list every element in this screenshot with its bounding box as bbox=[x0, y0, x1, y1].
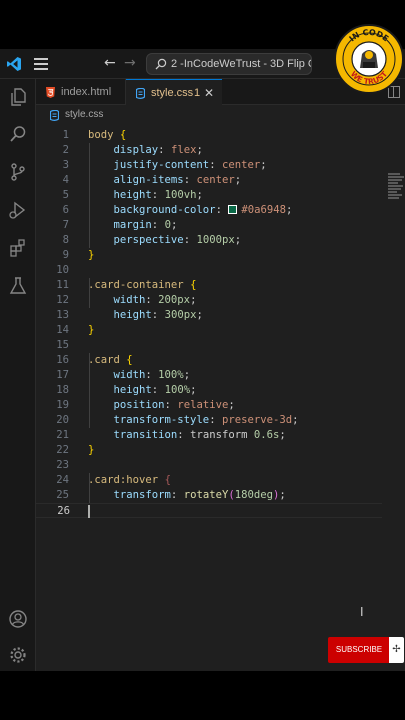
code-line: 3 justify-content: center; bbox=[62, 159, 267, 171]
code-line: 1 body { bbox=[62, 129, 127, 141]
search-icon[interactable] bbox=[8, 124, 28, 144]
source-control-icon[interactable] bbox=[8, 162, 28, 182]
code-line: 16 .card { bbox=[56, 354, 133, 366]
hamburger-menu-icon[interactable] bbox=[34, 58, 48, 70]
code-line: 12 width: 200px; bbox=[56, 294, 197, 306]
code-line: 19 position: relative; bbox=[56, 399, 235, 411]
code-line: 2 display: flex; bbox=[62, 144, 203, 156]
search-icon bbox=[155, 58, 167, 70]
code-line: 20 transform-style: preserve-3d; bbox=[56, 414, 299, 426]
testing-flask-icon[interactable] bbox=[8, 276, 28, 296]
activity-bar bbox=[0, 79, 36, 671]
code-line: 25 transform: rotateY(180deg); bbox=[56, 489, 286, 501]
code-line: 10 bbox=[56, 264, 69, 276]
breadcrumb-file[interactable]: style.css bbox=[65, 107, 103, 123]
code-line: 14} bbox=[56, 324, 95, 336]
code-line: 7 margin: 0; bbox=[62, 219, 178, 231]
code-line: 21 transition: transform 0.6s; bbox=[56, 429, 286, 441]
mouse-text-cursor-icon: I bbox=[360, 605, 364, 619]
css-file-icon bbox=[136, 88, 145, 99]
forward-arrow-icon[interactable]: → bbox=[124, 55, 136, 71]
tab-style-css[interactable]: style.css 1 ✕ bbox=[126, 79, 222, 105]
vscode-logo-icon bbox=[7, 57, 21, 71]
search-text: 2 -InCodeWeTrust - 3D Flip Card bbox=[171, 58, 311, 70]
html5-file-icon bbox=[46, 87, 55, 98]
code-line: 13 height: 300px; bbox=[56, 309, 203, 321]
text-cursor bbox=[88, 505, 90, 518]
code-line: 6 background-color: #0a6948; bbox=[62, 204, 293, 216]
vscode-window: ← → 2 -InCodeWeTrust - 3D Flip Card bbox=[0, 49, 405, 671]
settings-gear-icon[interactable] bbox=[8, 645, 28, 665]
tab-label: style.css bbox=[151, 87, 194, 99]
command-center-search[interactable]: 2 -InCodeWeTrust - 3D Flip Card bbox=[146, 53, 312, 75]
tab-label: index.html bbox=[61, 86, 112, 98]
code-line: 15 bbox=[56, 339, 69, 351]
code-line: 4 align-items: center; bbox=[62, 174, 242, 186]
code-line: 24 .card:hover { bbox=[56, 474, 171, 486]
tab-index-html[interactable]: index.html bbox=[36, 79, 126, 105]
problems-count-badge: 1 bbox=[194, 87, 201, 99]
minimap[interactable] bbox=[388, 173, 404, 203]
account-icon[interactable] bbox=[8, 609, 28, 629]
extensions-icon[interactable] bbox=[8, 238, 28, 258]
code-line: 5 height: 100vh; bbox=[62, 189, 203, 201]
code-line: 22} bbox=[56, 444, 95, 456]
code-line: 11 .card-container { bbox=[56, 279, 197, 291]
code-line: 23 bbox=[56, 459, 69, 471]
code-line: 9} bbox=[62, 249, 95, 261]
in-code-we-trust-logo-badge: IN CODE WE TRUST bbox=[334, 24, 404, 94]
run-debug-icon[interactable] bbox=[8, 200, 28, 220]
color-swatch[interactable] bbox=[228, 205, 238, 214]
explorer-files-icon[interactable] bbox=[8, 87, 28, 107]
cursor-pointer-icon: ✢ bbox=[389, 637, 404, 663]
code-editor[interactable]: 1 body { 2 display: flex; 3 justify-conte… bbox=[36, 123, 405, 671]
close-icon[interactable]: ✕ bbox=[204, 80, 214, 106]
back-arrow-icon[interactable]: ← bbox=[104, 55, 116, 71]
code-line: 8 perspective: 1000px; bbox=[62, 234, 242, 246]
subscribe-button[interactable]: SUBSCRIBE bbox=[328, 637, 390, 663]
code-line: 18 height: 100%; bbox=[56, 384, 197, 396]
css-file-icon bbox=[50, 110, 59, 121]
code-line: 17 width: 100%; bbox=[56, 369, 191, 381]
